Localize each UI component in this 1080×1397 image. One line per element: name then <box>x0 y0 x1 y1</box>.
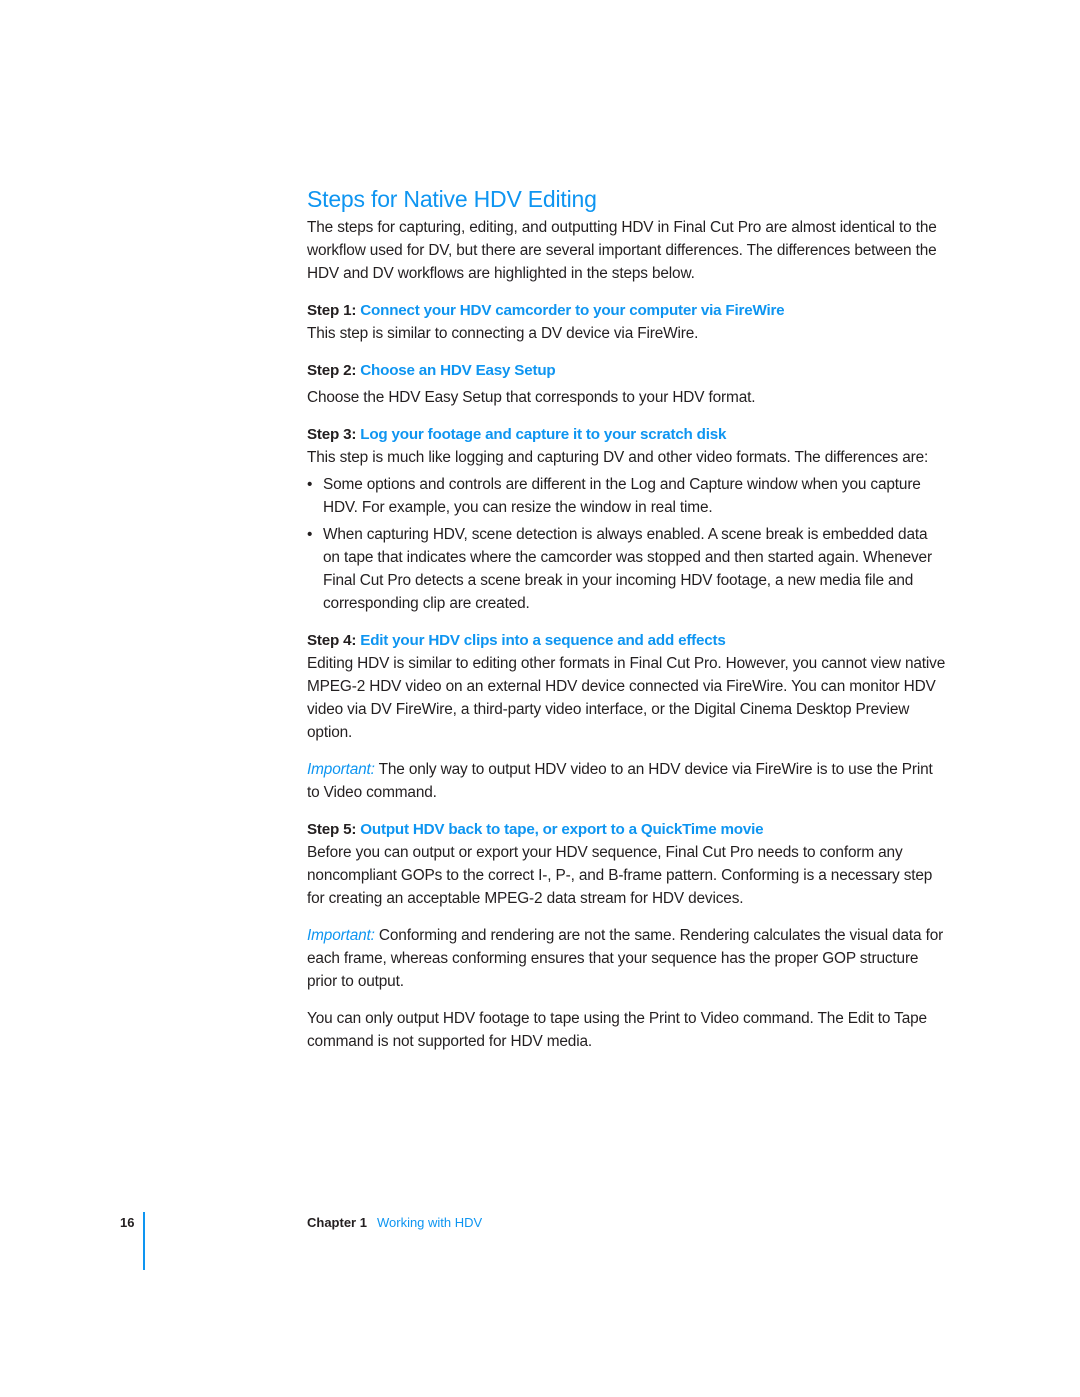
section-title: Steps for Native HDV Editing <box>307 186 597 212</box>
step-5-heading: Step 5: Output HDV back to tape, or expo… <box>307 818 947 841</box>
list-item-text: Some options and controls are different … <box>323 476 921 516</box>
list-item: • When capturing HDV, scene detection is… <box>307 523 947 615</box>
step-1-heading: Step 1: Connect your HDV camcorder to yo… <box>307 299 947 322</box>
chapter-label: Chapter 1 <box>307 1215 367 1230</box>
page-number: 16 <box>120 1215 135 1230</box>
bullet-icon: • <box>307 526 313 543</box>
step-title: Log your footage and capture it to your … <box>360 426 727 443</box>
step-number: Step 1: <box>307 302 357 319</box>
step-title: Connect your HDV camcorder to your compu… <box>360 302 785 319</box>
step-4-heading: Step 4: Edit your HDV clips into a seque… <box>307 629 947 652</box>
step-title: Choose an HDV Easy Setup <box>360 362 556 379</box>
intro-paragraph: The steps for capturing, editing, and ou… <box>307 219 937 282</box>
step-3-bullet-list: • Some options and controls are differen… <box>307 473 947 615</box>
step-number: Step 4: <box>307 632 357 649</box>
important-text: The only way to output HDV video to an H… <box>307 761 933 801</box>
step-title: Edit your HDV clips into a sequence and … <box>360 632 726 649</box>
step-5-closing-paragraph: You can only output HDV footage to tape … <box>307 1010 927 1050</box>
step-5-important-note: Important: Conforming and rendering are … <box>307 924 947 993</box>
footer-chapter: Chapter 1 Working with HDV <box>307 1215 482 1230</box>
important-label: Important: <box>307 761 375 778</box>
chapter-title: Working with HDV <box>376 1215 483 1230</box>
list-item-text: When capturing HDV, scene detection is a… <box>323 526 932 612</box>
important-label: Important: <box>307 927 375 944</box>
important-text: Conforming and rendering are not the sam… <box>307 927 944 990</box>
step-5-body: Before you can output or export your HDV… <box>307 844 933 907</box>
bullet-icon: • <box>307 476 313 493</box>
step-number: Step 5: <box>307 821 357 838</box>
step-2-heading: Step 2: Choose an HDV Easy Setup <box>307 359 947 382</box>
step-title: Output HDV back to tape, or export to a … <box>360 821 764 838</box>
step-2-body: Choose the HDV Easy Setup that correspon… <box>307 389 756 406</box>
step-1-body: This step is similar to connecting a DV … <box>307 325 699 342</box>
step-4-important-note: Important: The only way to output HDV vi… <box>307 758 947 804</box>
page-content: Steps for Native HDV Editing The steps f… <box>307 184 947 1053</box>
step-3-heading: Step 3: Log your footage and capture it … <box>307 423 947 446</box>
step-number: Step 3: <box>307 426 357 443</box>
step-4-body: Editing HDV is similar to editing other … <box>307 655 946 741</box>
step-number: Step 2: <box>307 362 357 379</box>
list-item: • Some options and controls are differen… <box>307 473 947 519</box>
step-3-body: This step is much like logging and captu… <box>307 449 929 466</box>
footer-divider <box>143 1212 145 1270</box>
